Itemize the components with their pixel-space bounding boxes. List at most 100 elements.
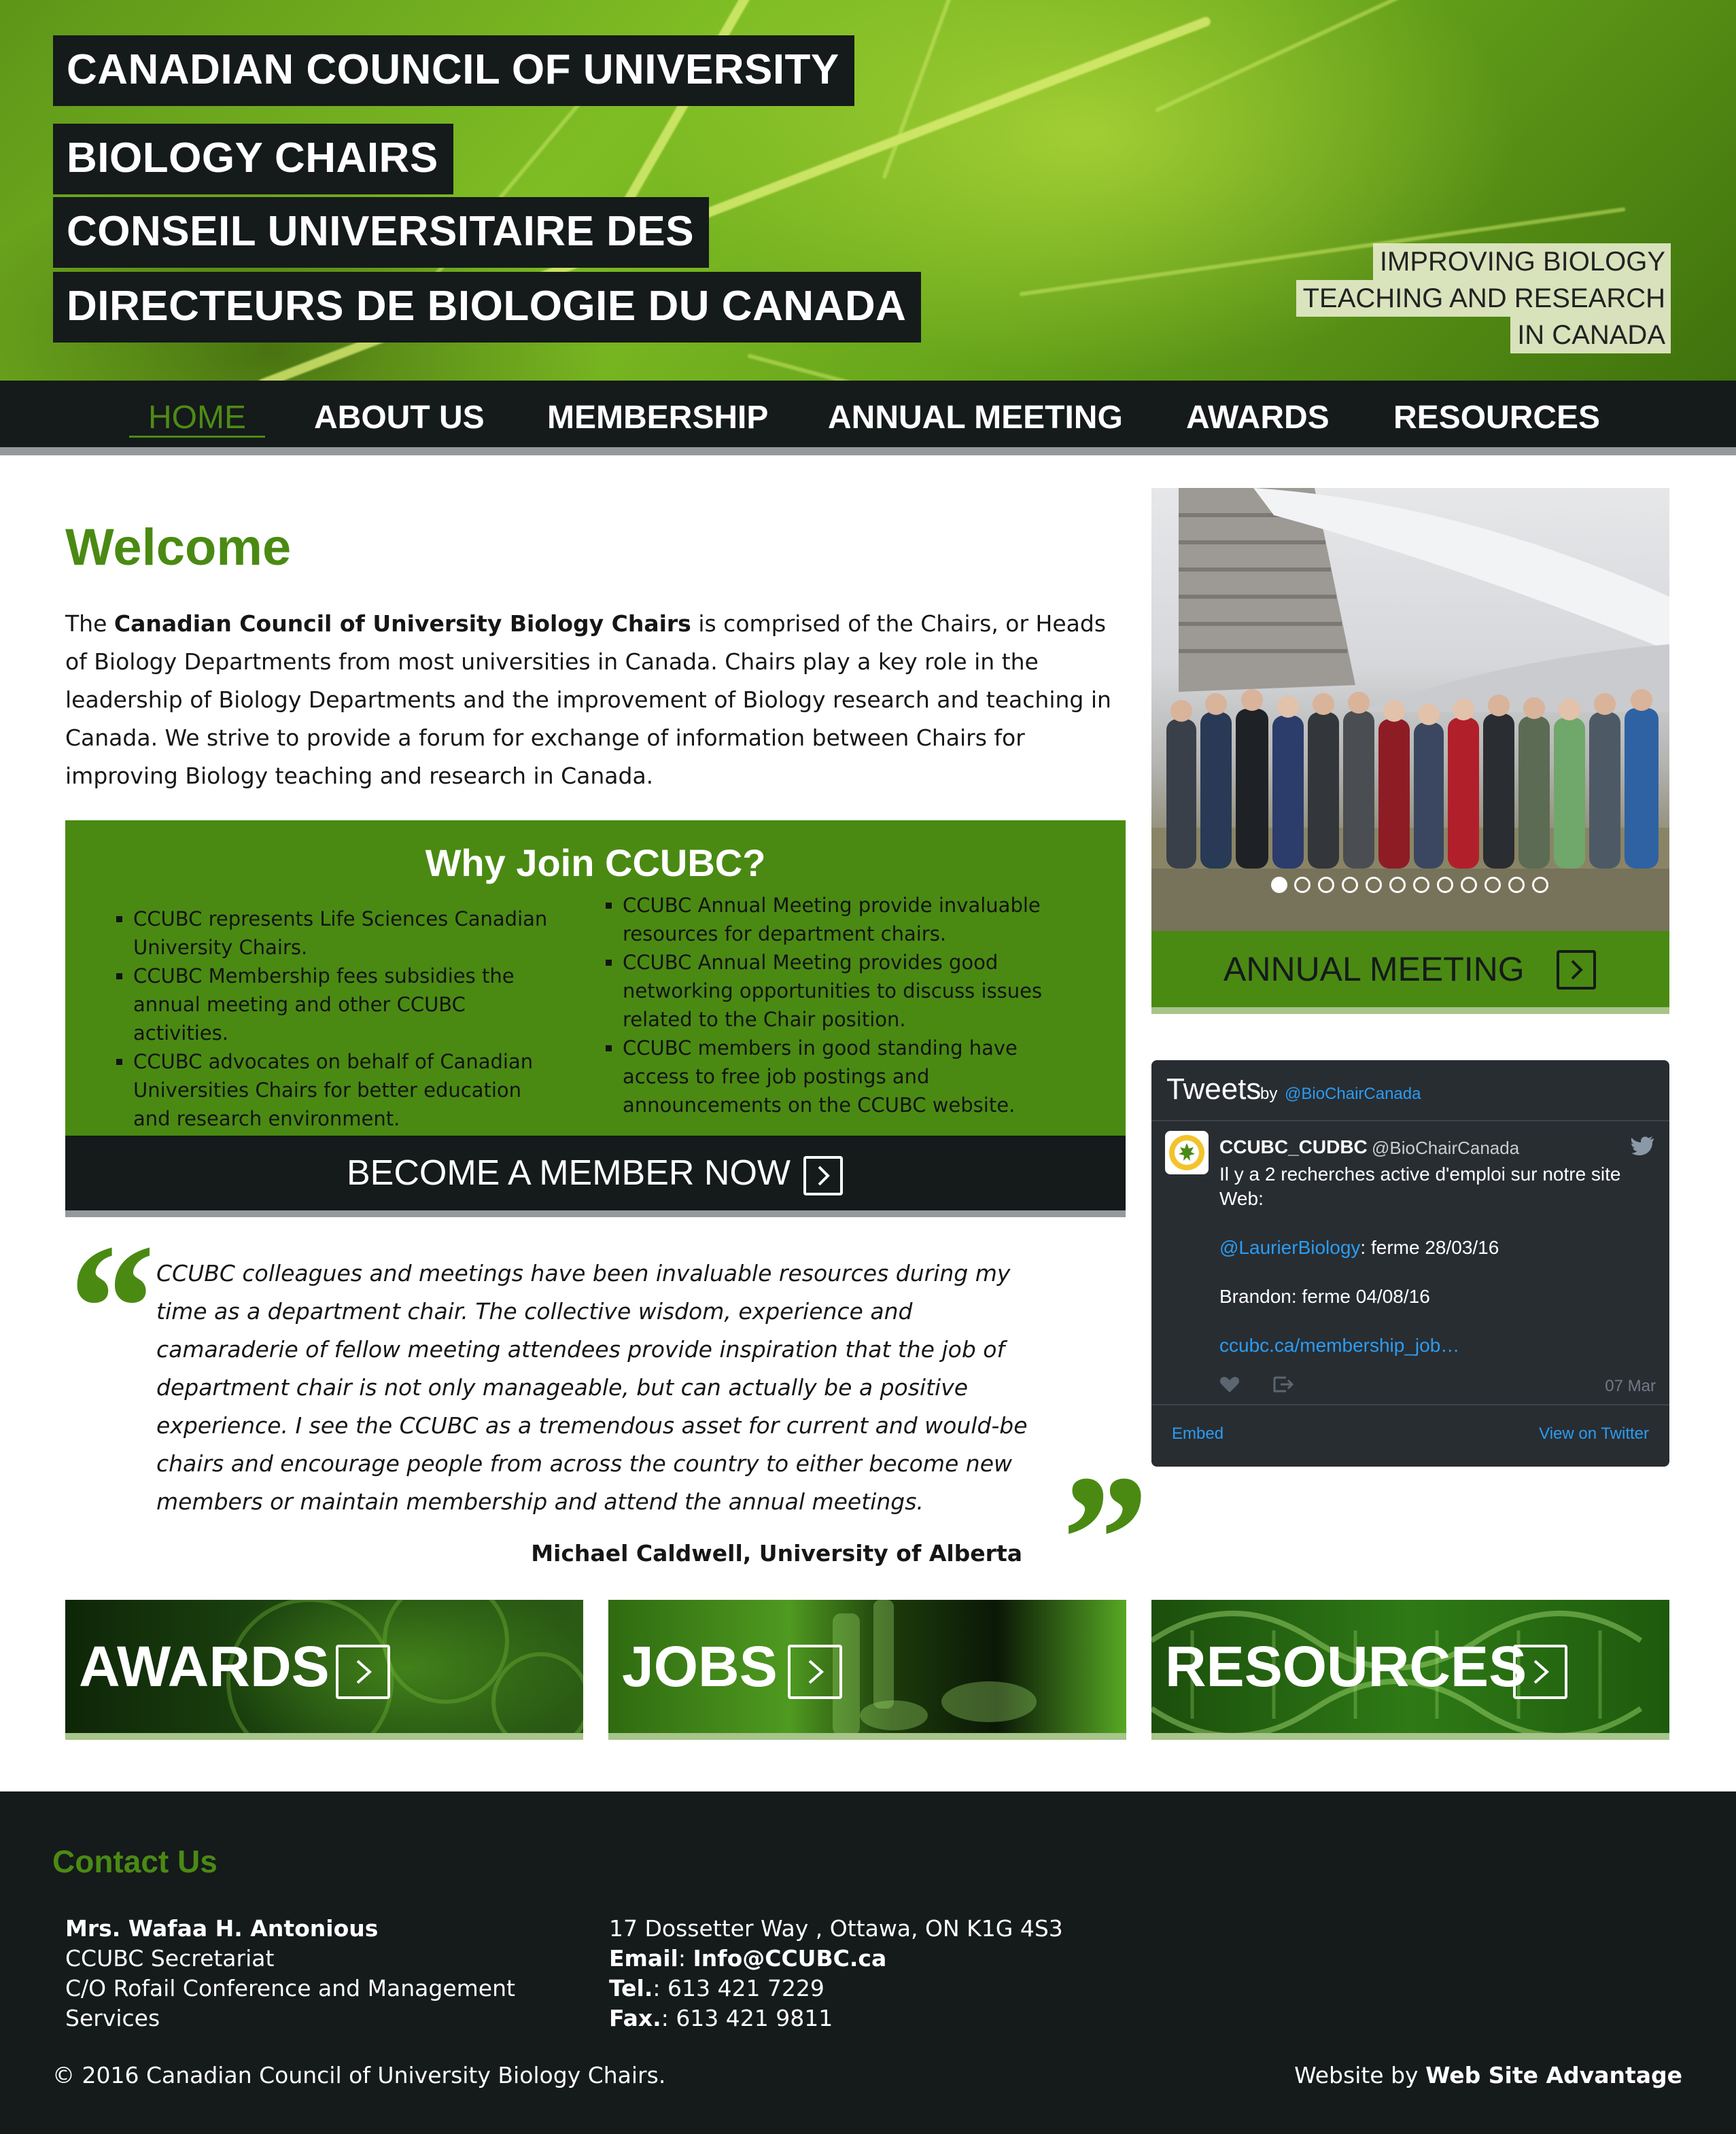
become-member-label: BECOME A MEMBER NOW xyxy=(347,1153,791,1193)
nav-resources[interactable]: RESOURCES xyxy=(1393,381,1600,455)
leaf-vein-decoration xyxy=(747,353,1274,381)
tweet-mention-link[interactable]: @LaurierBiology xyxy=(1219,1237,1360,1258)
tweet-text-line: Brandon: ferme 04/08/16 xyxy=(1219,1286,1430,1307)
contact-name: Mrs. Wafaa H. Antonious xyxy=(65,1915,379,1942)
slider-dot[interactable] xyxy=(1461,877,1477,893)
embed-link[interactable]: Embed xyxy=(1172,1424,1223,1444)
tweets-by-label: by xyxy=(1260,1085,1278,1103)
site-title-line-3: CONSEIL UNIVERSITAIRE DES xyxy=(53,197,710,268)
main-nav: HOME ABOUT US MEMBERSHIP ANNUAL MEETING … xyxy=(0,381,1736,455)
welcome-intro-body: is comprised of the Chairs, or Heads of … xyxy=(65,610,1111,789)
slider-dot[interactable] xyxy=(1389,877,1406,893)
nav-membership[interactable]: MEMBERSHIP xyxy=(547,381,768,455)
why-join-list-right: CCUBC Annual Meeting provide invaluable … xyxy=(595,891,1044,1119)
slider-dot[interactable] xyxy=(1342,877,1358,893)
email-label: Email xyxy=(609,1945,678,1972)
slider-dot[interactable] xyxy=(1294,877,1310,893)
heart-icon[interactable] xyxy=(1219,1376,1240,1397)
slider-dot[interactable] xyxy=(1485,877,1501,893)
slider-dot[interactable] xyxy=(1271,877,1287,893)
why-join-item: CCUBC members in good standing have acce… xyxy=(623,1034,1044,1119)
nav-awards[interactable]: AWARDS xyxy=(1186,381,1330,455)
group-photo-image xyxy=(1151,488,1669,931)
tweet-text-line: Il y a 2 recherches active d'emploi sur … xyxy=(1219,1164,1621,1209)
view-on-twitter-link[interactable]: View on Twitter xyxy=(1539,1424,1649,1444)
leaf-vein-decoration xyxy=(1154,0,1527,113)
credit-prefix: Website by xyxy=(1294,2062,1426,2088)
site-title-line-4: DIRECTEURS DE BIOLOGIE DU CANADA xyxy=(53,272,922,343)
email-link[interactable]: Info@CCUBC.ca xyxy=(693,1945,886,1972)
welcome-intro-prefix: The xyxy=(65,610,114,637)
why-join-heading: Why Join CCUBC? xyxy=(425,841,766,884)
web-site-advantage-link[interactable]: Web Site Advantage xyxy=(1425,2062,1682,2088)
contact-line: C/O Rofail Conference and Management xyxy=(65,1975,515,2001)
welcome-heading: Welcome xyxy=(65,519,292,576)
chevron-right-icon xyxy=(336,1645,390,1699)
tweet-author-name[interactable]: CCUBC_CUDBC xyxy=(1219,1136,1368,1158)
leaf-vein-decoration xyxy=(882,0,1026,180)
share-icon[interactable] xyxy=(1272,1376,1294,1397)
copyright-text: © 2016 Canadian Council of University Bi… xyxy=(52,2062,666,2088)
slider-dot[interactable] xyxy=(1532,877,1548,893)
contact-line: Services xyxy=(65,2005,160,2031)
jobs-tile[interactable]: JOBS xyxy=(608,1600,1126,1740)
chevron-right-icon xyxy=(788,1645,842,1699)
open-quote-icon: “ xyxy=(60,1206,152,1410)
awards-tile[interactable]: AWARDS xyxy=(65,1600,583,1740)
why-join-item: CCUBC Annual Meeting provides good netwo… xyxy=(623,948,1044,1034)
contact-address: 17 Dossetter Way , Ottawa, ON K1G 4S3 xyxy=(609,1915,1063,1942)
slider-dot[interactable] xyxy=(1413,877,1429,893)
site-header: CANADIAN COUNCIL OF UNIVERSITY BIOLOGY C… xyxy=(0,0,1736,381)
tweet-date[interactable]: 07 Mar xyxy=(1605,1377,1656,1396)
contact-tel-line: Tel.: 613 421 7229 xyxy=(609,1975,824,2001)
slider-dot[interactable] xyxy=(1437,877,1453,893)
tagline-line-2: TEACHING AND RESEARCH xyxy=(1296,280,1671,317)
contact-email-line: Email: Info@CCUBC.ca xyxy=(609,1945,887,1972)
slider-dot[interactable] xyxy=(1366,877,1382,893)
tweet-url-link[interactable]: ccubc.ca/membership_job… xyxy=(1219,1333,1641,1358)
tweet-author-handle: @BioChairCanada xyxy=(1372,1138,1520,1158)
slider-dot[interactable] xyxy=(1318,877,1334,893)
tagline-line-3: IN CANADA xyxy=(1510,317,1671,353)
divider xyxy=(1151,1404,1669,1405)
slider-dot[interactable] xyxy=(1508,877,1525,893)
annual-meeting-caption-button[interactable]: ANNUAL MEETING xyxy=(1151,931,1669,1014)
site-title-line-2: BIOLOGY CHAIRS xyxy=(53,124,453,194)
annual-meeting-caption-label: ANNUAL MEETING xyxy=(1223,950,1525,988)
organization-name: Canadian Council of University Biology C… xyxy=(114,610,691,637)
resources-tile-label: RESOURCES xyxy=(1165,1634,1527,1698)
tweets-account-link[interactable]: @BioChairCanada xyxy=(1285,1085,1421,1104)
twitter-timeline-widget: Tweets by @BioChairCanada CCUBC_CUDBC @B… xyxy=(1151,1060,1669,1467)
jobs-tile-label: JOBS xyxy=(622,1634,778,1698)
fax-value: 613 421 9811 xyxy=(676,2005,833,2031)
tagline-line-1: IMPROVING BIOLOGY xyxy=(1372,243,1671,280)
awards-tile-label: AWARDS xyxy=(79,1634,330,1698)
chevron-right-icon xyxy=(1513,1645,1567,1699)
tweets-title: Tweets xyxy=(1166,1072,1262,1106)
why-join-item: CCUBC represents Life Sciences Canadian … xyxy=(133,905,555,962)
chevron-right-icon xyxy=(803,1156,843,1195)
why-join-item: CCUBC advocates on behalf of Canadian Un… xyxy=(133,1047,555,1133)
welcome-paragraph: The Canadian Council of University Biolo… xyxy=(65,605,1126,795)
resources-tile[interactable]: RESOURCES xyxy=(1151,1600,1669,1740)
why-join-item: CCUBC Membership fees subsidies the annu… xyxy=(133,962,555,1047)
chevron-right-icon xyxy=(1557,950,1596,990)
become-member-button[interactable]: BECOME A MEMBER NOW xyxy=(65,1136,1126,1217)
annual-meeting-photo-slider[interactable] xyxy=(1151,488,1669,931)
contact-heading: Contact Us xyxy=(52,1844,218,1879)
twitter-widget-header: Tweets by @BioChairCanada xyxy=(1151,1060,1669,1121)
fax-label: Fax. xyxy=(609,2005,661,2031)
why-join-panel: Why Join CCUBC? CCUBC represents Life Sc… xyxy=(65,820,1126,1136)
site-credit: Website by Web Site Advantage xyxy=(1294,2061,1682,2091)
twitter-bird-icon[interactable] xyxy=(1631,1136,1654,1159)
nav-annual-meeting[interactable]: ANNUAL MEETING xyxy=(828,381,1123,455)
site-footer: Contact Us Mrs. Wafaa H. Antonious CCUBC… xyxy=(0,1791,1736,2134)
ccubc-logo-icon xyxy=(1169,1135,1204,1170)
nav-home[interactable]: HOME xyxy=(129,381,265,455)
avatar[interactable] xyxy=(1165,1131,1209,1174)
site-title-line-1: CANADIAN COUNCIL OF UNIVERSITY xyxy=(53,35,854,106)
testimonial-author: Michael Caldwell, University of Alberta xyxy=(531,1540,1022,1567)
nav-about-us[interactable]: ABOUT US xyxy=(314,381,485,455)
testimonial-quote: CCUBC colleagues and meetings have been … xyxy=(156,1260,1028,1515)
tel-value: 613 421 7229 xyxy=(667,1975,824,2001)
